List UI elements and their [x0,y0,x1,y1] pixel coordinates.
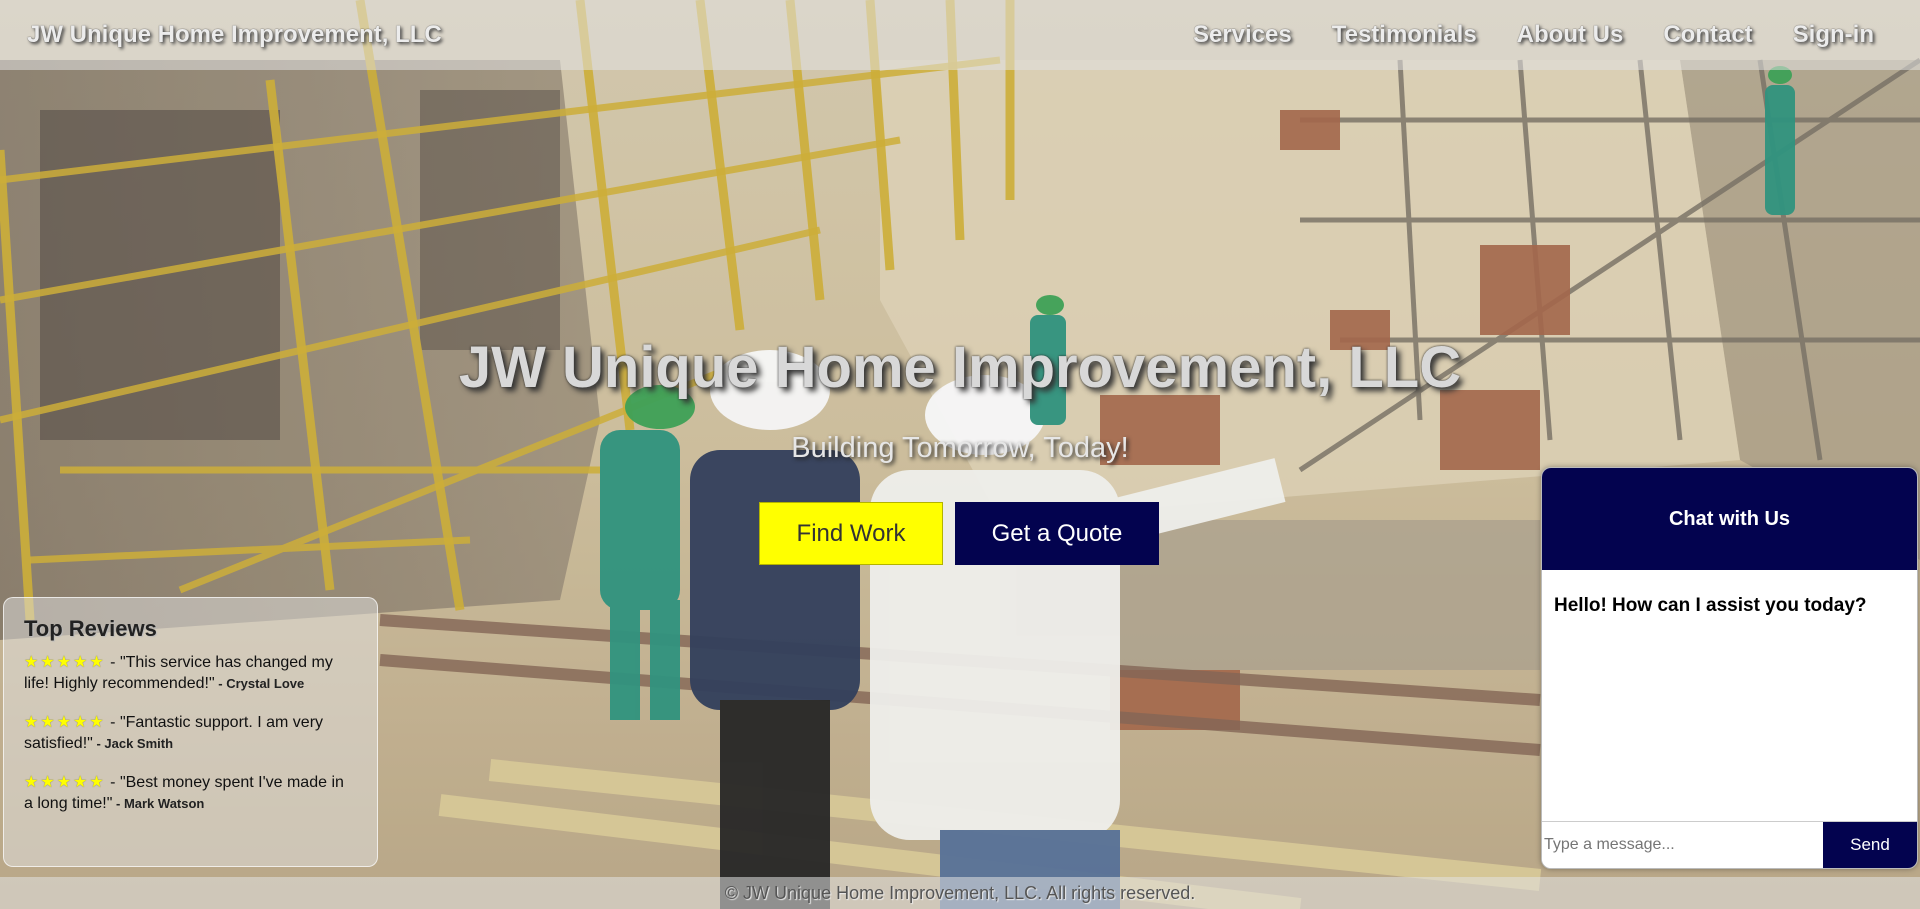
site-header: JW Unique Home Improvement, LLC Services… [0,0,1920,70]
page: JW Unique Home Improvement, LLC Services… [0,0,1920,909]
chat-message-input[interactable] [1542,822,1823,868]
get-quote-button[interactable]: Get a Quote [955,502,1159,565]
review-item: ★★★★★ - "Fantastic support. I am very sa… [24,712,357,754]
reviews-title: Top Reviews [24,616,157,641]
review-author: - Mark Watson [112,796,205,811]
hero-title: JW Unique Home Improvement, LLC [458,335,1462,400]
site-footer: © JW Unique Home Improvement, LLC. All r… [0,877,1920,909]
brand-logo-text[interactable]: JW Unique Home Improvement, LLC [27,21,442,49]
star-rating-icon: ★★★★★ [24,714,106,731]
review-author: - Jack Smith [92,736,174,751]
nav-link-sign-in[interactable]: Sign-in [1793,21,1874,49]
find-work-button[interactable]: Find Work [759,502,943,565]
nav-link-services[interactable]: Services [1193,21,1292,49]
chat-input-row: Send [1542,821,1917,868]
review-item: ★★★★★ - "This service has changed my lif… [24,652,357,694]
chat-greeting-message: Hello! How can I assist you today? [1554,595,1867,616]
nav-link-contact[interactable]: Contact [1663,21,1752,49]
star-rating-icon: ★★★★★ [24,774,106,791]
chat-send-button[interactable]: Send [1823,822,1917,868]
nav-link-about-us[interactable]: About Us [1517,21,1624,49]
footer-copyright: © JW Unique Home Improvement, LLC. All r… [724,883,1196,903]
star-rating-icon: ★★★★★ [24,654,106,671]
review-item: ★★★★★ - "Best money spent I've made in a… [24,772,357,814]
hero-subtitle: Building Tomorrow, Today! [791,432,1129,464]
review-author: - Crystal Love [214,676,305,691]
nav-link-testimonials[interactable]: Testimonials [1332,21,1477,49]
hero-buttons: Find Work Get a Quote [759,502,1159,565]
chat-header[interactable]: Chat with Us [1542,468,1917,570]
top-reviews-panel: Top Reviews ★★★★★ - "This service has ch… [3,597,378,867]
chat-messages: Hello! How can I assist you today? [1542,570,1917,822]
main-nav: Services Testimonials About Us Contact S… [1193,21,1874,49]
chat-widget: Chat with Us Hello! How can I assist you… [1541,467,1918,869]
